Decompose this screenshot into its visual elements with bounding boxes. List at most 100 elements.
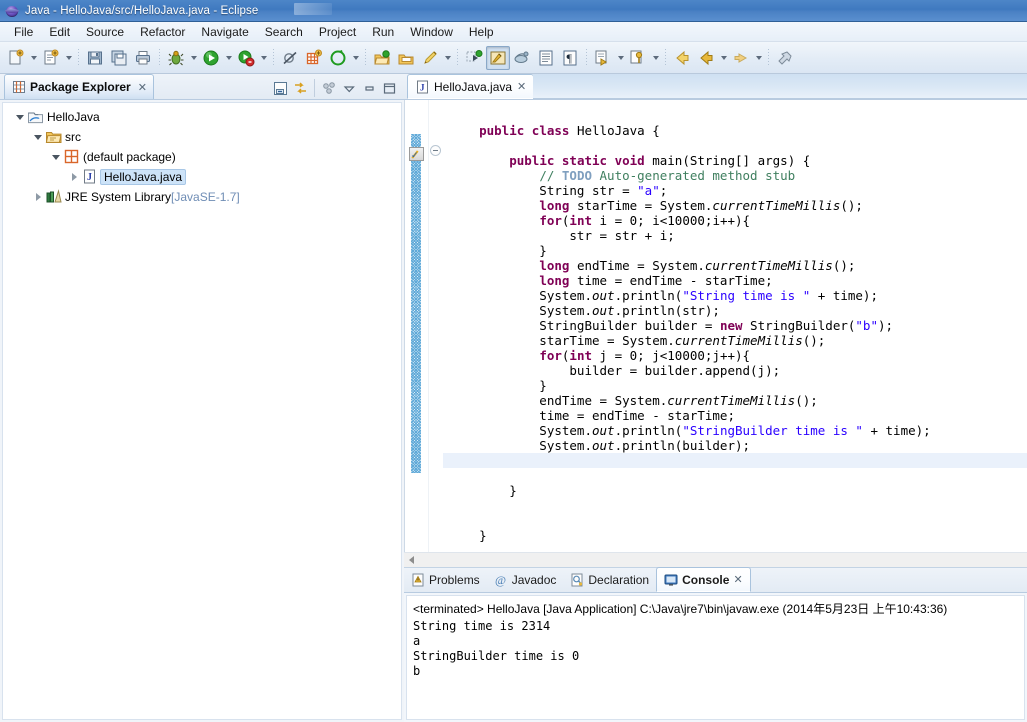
tree-item-jre-system-library[interactable]: JRE System Library [JavaSE-1.7]	[3, 187, 401, 207]
expand-arrow-down-icon[interactable]	[13, 110, 27, 124]
back-button[interactable]	[670, 46, 694, 70]
run-coverage-button[interactable]	[234, 46, 258, 70]
tab-declaration[interactable]: Declaration	[563, 568, 656, 592]
tree-item-src[interactable]: src	[3, 127, 401, 147]
code-token: endTime = System.	[449, 393, 668, 408]
view-menu-button[interactable]	[320, 79, 338, 97]
new-java-class-button[interactable]	[39, 46, 63, 70]
save-button[interactable]	[83, 46, 107, 70]
show-whitespace-button[interactable]: ¶	[558, 46, 582, 70]
open-task-button[interactable]	[394, 46, 418, 70]
run-button[interactable]	[199, 46, 223, 70]
run-dropdown-arrow[interactable]	[223, 46, 234, 70]
menu-item-help[interactable]: Help	[461, 23, 502, 41]
link-with-editor-button[interactable]	[291, 79, 309, 97]
menu-item-window[interactable]: Window	[402, 23, 461, 41]
code-token: out	[592, 438, 615, 453]
toggle-block-selection-button[interactable]	[534, 46, 558, 70]
last-edit-location-dropdown-arrow[interactable]	[650, 46, 661, 70]
new-wizard-button[interactable]	[4, 46, 28, 70]
tree-item-default-package[interactable]: (default package)	[3, 147, 401, 167]
expand-arrow-down-icon[interactable]	[31, 130, 45, 144]
new-java-class-dropdown-arrow[interactable]	[63, 46, 74, 70]
code-token: StringBuilder(	[742, 318, 856, 333]
last-edit-location-button[interactable]	[626, 46, 650, 70]
code-token: for	[539, 213, 562, 228]
close-icon[interactable]: ✕	[733, 573, 742, 586]
forward-arrow-icon	[732, 49, 750, 67]
save-all-button[interactable]	[107, 46, 131, 70]
menu-item-file[interactable]: File	[6, 23, 41, 41]
code-token: "StringBuilder time is "	[682, 423, 863, 438]
save-all-icon	[110, 49, 128, 67]
menu-item-edit[interactable]: Edit	[41, 23, 78, 41]
tab-javadoc[interactable]: @ Javadoc	[487, 568, 564, 592]
new-wizard-dropdown-arrow[interactable]	[28, 46, 39, 70]
expand-arrow-right-icon[interactable]	[67, 170, 81, 184]
console-tab-label: Console	[682, 572, 730, 587]
workbench-main: Package Explorer ✕ HelloJava src (default …	[0, 74, 1027, 722]
next-annotation-button[interactable]	[462, 46, 486, 70]
code-text[interactable]: public class HelloJava { public static v…	[443, 100, 1027, 552]
previous-edit-dropdown-arrow[interactable]	[615, 46, 626, 70]
java-perspective-button[interactable]	[486, 45, 510, 70]
package-explorer-tree[interactable]: HelloJava src (default package) J HelloJava.…	[2, 102, 402, 720]
menu-item-source[interactable]: Source	[78, 23, 132, 41]
expand-arrow-down-icon[interactable]	[49, 150, 63, 164]
annotation-ruler[interactable]: ✓	[405, 100, 429, 552]
run-coverage-dropdown-arrow[interactable]	[258, 46, 269, 70]
jre-library-icon	[45, 189, 62, 205]
tab-console[interactable]: Console ✕	[656, 567, 751, 592]
debug-button[interactable]	[164, 46, 188, 70]
menu-item-search[interactable]: Search	[257, 23, 311, 41]
tree-item-hellojava[interactable]: HelloJava	[3, 107, 401, 127]
tab-hellojava-java[interactable]: J HelloJava.java ✕	[407, 74, 535, 99]
code-line: for(int i = 0; i<10000;i++){	[443, 213, 1027, 228]
pin-editor-button[interactable]	[773, 46, 797, 70]
new-java-project-button[interactable]	[302, 46, 326, 70]
previous-edit-button[interactable]	[591, 46, 615, 70]
scroll-left-arrow-icon[interactable]	[404, 553, 419, 568]
menu-item-run[interactable]: Run	[364, 23, 402, 41]
close-icon[interactable]: ✕	[138, 81, 147, 94]
folding-ruler[interactable]	[429, 100, 443, 552]
chevron-down-icon	[190, 55, 197, 60]
expand-arrow-right-icon[interactable]	[31, 190, 45, 204]
collapse-all-button[interactable]	[271, 79, 289, 97]
toolbar-separator	[665, 48, 666, 67]
code-editor[interactable]: ✓ public class HelloJava { public static…	[404, 100, 1027, 552]
print-button[interactable]	[131, 46, 155, 70]
forward-history-button[interactable]	[694, 46, 718, 70]
menu-item-refactor[interactable]: Refactor	[132, 23, 193, 41]
view-chevron-button[interactable]	[340, 79, 358, 97]
forward-history-dropdown-arrow[interactable]	[718, 46, 729, 70]
minimize-view-button[interactable]	[360, 79, 378, 97]
new-annotation-dropdown-arrow[interactable]	[350, 46, 361, 70]
tab-problems[interactable]: Problems	[404, 568, 487, 592]
search-dropdown-arrow[interactable]	[442, 46, 453, 70]
forward-button[interactable]	[729, 46, 753, 70]
code-token: endTime = System.	[569, 258, 705, 273]
maximize-view-button[interactable]	[380, 79, 398, 97]
menu-item-navigate[interactable]: Navigate	[193, 23, 256, 41]
code-token: .println(str);	[614, 303, 720, 318]
new-annotation-button[interactable]	[326, 46, 350, 70]
code-line: StringBuilder builder = new StringBuilde…	[443, 318, 1027, 333]
code-line: long time = endTime - starTime;	[443, 273, 1027, 288]
editor-horizontal-scrollbar[interactable]	[404, 552, 1027, 567]
java-browsing-button[interactable]	[510, 46, 534, 70]
debug-dropdown-arrow[interactable]	[188, 46, 199, 70]
editor-tab-filler	[533, 74, 1027, 99]
fold-collapse-icon[interactable]	[430, 145, 441, 156]
quick-fix-icon[interactable]: ✓	[409, 147, 424, 161]
open-type-button[interactable]	[370, 46, 394, 70]
skip-breakpoints-button[interactable]	[278, 46, 302, 70]
forward-dropdown-arrow[interactable]	[753, 46, 764, 70]
close-icon[interactable]: ✕	[517, 80, 526, 93]
search-button[interactable]	[418, 46, 442, 70]
tab-package-explorer[interactable]: Package Explorer ✕	[4, 74, 154, 99]
menu-item-project[interactable]: Project	[311, 23, 364, 41]
tree-item-hellojava-java[interactable]: J HelloJava.java	[3, 167, 401, 187]
console-output-area[interactable]: <terminated> HelloJava [Java Application…	[406, 595, 1025, 720]
